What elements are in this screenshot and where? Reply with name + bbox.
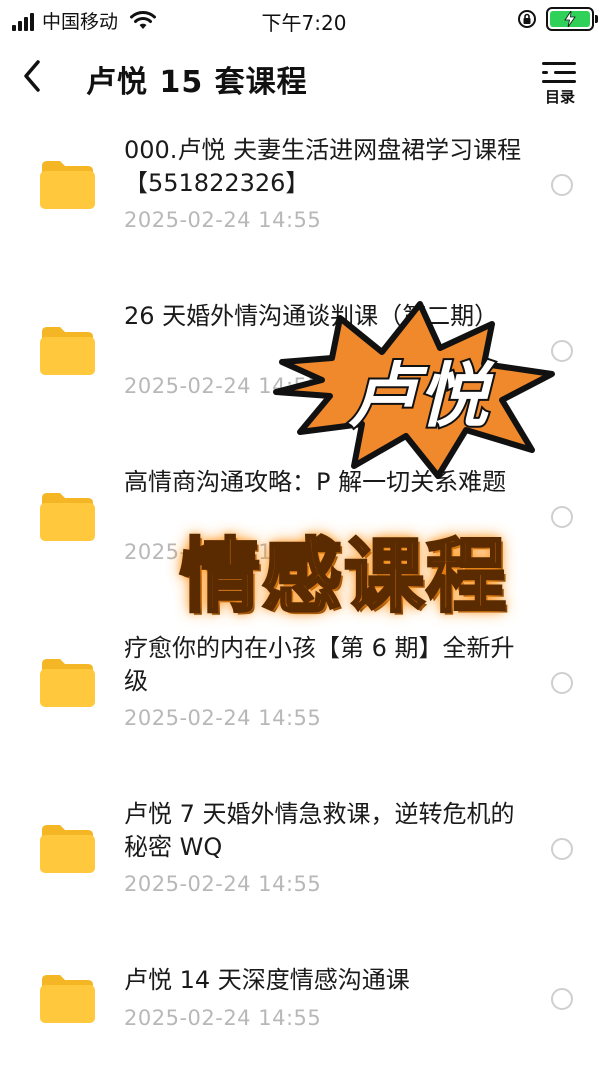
folder-icon <box>40 493 95 541</box>
list-item[interactable]: 000.卢悦 夫妻生活进网盘裙学习课程【551822326】 2025-02-2… <box>0 118 608 284</box>
file-date: 2025-02-24 14:55 <box>124 1006 322 1030</box>
list-item[interactable]: 疗愈你的内在小孩【第 6 期】全新升级 2025-02-24 14:55 <box>0 616 608 782</box>
catalog-label: 目录 <box>544 88 575 106</box>
rotation-lock-icon <box>518 10 536 28</box>
burst-text: 卢悦 <box>348 355 495 437</box>
file-name: 卢悦 7 天婚外情急救课，逆转危机的秘密 WQ <box>124 800 515 861</box>
select-radio[interactable] <box>551 988 573 1010</box>
file-date: 2025-02-24 14:55 <box>124 706 322 730</box>
file-name: 疗愈你的内在小孩【第 6 期】全新升级 <box>124 634 515 695</box>
file-date: 2025-02-24 14:55 <box>124 208 322 232</box>
folder-icon <box>40 327 95 375</box>
folder-icon <box>40 975 95 1023</box>
back-arrow-icon[interactable] <box>18 56 50 96</box>
select-radio[interactable] <box>551 506 573 528</box>
catalog-menu-button[interactable]: 目录 <box>540 60 580 106</box>
navigation-bar: 卢悦 15 套课程 目录 <box>0 48 608 106</box>
folder-icon <box>40 659 95 707</box>
course-banner-text: 情感课程 <box>179 529 508 625</box>
select-radio[interactable] <box>551 672 573 694</box>
folder-icon <box>40 161 95 209</box>
file-name: 000.卢悦 夫妻生活进网盘裙学习课程【551822326】 <box>124 136 522 197</box>
file-date: 2025-02-24 14:55 <box>124 872 322 896</box>
file-name: 卢悦 14 天深度情感沟通课 <box>124 966 410 994</box>
select-radio[interactable] <box>551 174 573 196</box>
select-radio[interactable] <box>551 838 573 860</box>
folder-icon <box>40 825 95 873</box>
charging-bolt-icon <box>564 11 576 27</box>
list-item[interactable]: 卢悦 7 天婚外情急救课，逆转危机的秘密 WQ 2025-02-24 14:55 <box>0 782 608 948</box>
battery-icon <box>546 7 598 31</box>
status-bar: 中国移动 下午7:20 <box>0 0 608 40</box>
list-menu-icon <box>542 62 576 83</box>
starburst-badge: 卢悦 <box>273 301 555 479</box>
page-title: 卢悦 15 套课程 <box>86 65 308 100</box>
list-item[interactable]: 卢悦 14 天深度情感沟通课 2025-02-24 14:55 <box>0 948 608 1079</box>
